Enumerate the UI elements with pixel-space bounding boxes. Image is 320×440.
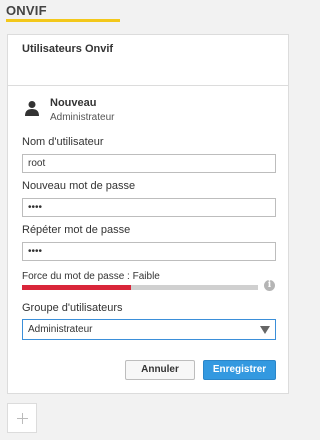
chevron-down-icon [260, 326, 270, 334]
plus-icon-stem [22, 413, 23, 424]
password-strength-fill [22, 285, 131, 290]
cancel-button[interactable]: Annuler [125, 360, 195, 380]
tab-onvif[interactable]: ONVIF [6, 0, 120, 24]
user-role: Administrateur [50, 112, 115, 123]
password-strength-label: Force du mot de passe : Faible [22, 271, 160, 282]
user-group-select[interactable]: Administrateur [22, 319, 276, 340]
add-user-button[interactable] [7, 403, 37, 433]
panel-header: Utilisateurs Onvif [8, 35, 288, 86]
tab-title: ONVIF [6, 3, 47, 18]
new-password-field[interactable] [22, 198, 276, 217]
user-name: Nouveau [50, 97, 97, 109]
panel-title: Utilisateurs Onvif [22, 43, 114, 55]
new-password-label: Nouveau mot de passe [22, 180, 136, 192]
save-button[interactable]: Enregistrer [203, 360, 276, 380]
info-icon[interactable]: i [264, 280, 275, 291]
repeat-password-field[interactable] [22, 242, 276, 261]
user-group-value: Administrateur [28, 324, 93, 335]
user-summary: Nouveau Administrateur [22, 97, 272, 125]
user-group-label: Groupe d'utilisateurs [22, 302, 123, 314]
repeat-password-label: Répéter mot de passe [22, 224, 131, 236]
onvif-users-panel: Utilisateurs Onvif Nouveau Administrateu… [7, 34, 289, 394]
username-label: Nom d'utilisateur [22, 136, 104, 148]
tab-active-indicator [6, 19, 120, 22]
user-icon [25, 101, 39, 116]
password-strength-meter [22, 285, 258, 290]
username-field[interactable] [22, 154, 276, 173]
